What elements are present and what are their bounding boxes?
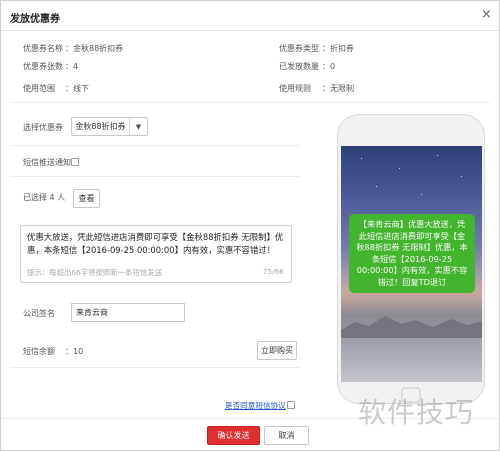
company-sign-label: 公司签名	[23, 309, 55, 318]
close-icon[interactable]: ×	[481, 7, 492, 22]
sms-length-hint: 提示：每超出66字将按照新一条短信发送	[27, 268, 163, 277]
sms-char-count: 75/66	[262, 267, 284, 276]
divider	[10, 367, 300, 368]
usage-scope-value: ：线下	[65, 84, 89, 93]
sms-balance-label: 短信余额	[23, 347, 55, 356]
dialog-title: 发放优惠券	[10, 14, 60, 25]
company-sign-input[interactable]: 来肯云商	[71, 303, 185, 322]
sms-message-textarea[interactable]: 优惠大放送，凭此短信进店消费即可享受【金秋88折扣券 无限制】优惠，本条短信【2…	[20, 225, 292, 283]
coupon-type-label: 优惠券类型	[279, 44, 319, 53]
usage-scope-label: 使用范围	[23, 84, 55, 93]
usage-rule-value: ：无限制	[322, 84, 354, 93]
phone-screen: 【来肯云商】优惠大放送，凭此短信进店消费即可享受【金秋88折扣券 无限制】优惠，…	[341, 146, 482, 382]
sms-message-text: 优惠大放送，凭此短信进店消费即可享受【金秋88折扣券 无限制】优惠，本条短信【2…	[27, 232, 284, 255]
star	[361, 158, 362, 159]
coupon-name-label: 优惠券名称	[23, 44, 63, 53]
usage-rule-label: 使用规则	[279, 84, 311, 93]
coupon-select[interactable]: 金秋88折扣券 ▼	[71, 117, 148, 136]
phone-preview: 【来肯云商】优惠大放送，凭此短信进店消费即可享受【金秋88折扣券 无限制】优惠，…	[337, 114, 485, 404]
sms-notify-label: 短信推送通知	[23, 158, 71, 167]
confirm-send-button[interactable]: 确认发送	[207, 426, 260, 445]
coupon-select-value: 金秋88折扣券	[72, 118, 130, 135]
coupon-name-value: ：金秋88折扣券	[65, 44, 124, 53]
sms-agreement-link[interactable]: 是否同意短信协议	[225, 400, 286, 411]
coupon-count-value: ：4	[65, 62, 79, 71]
divider	[10, 176, 300, 177]
chevron-down-icon[interactable]: ▼	[130, 118, 147, 135]
issued-count-value: ：0	[322, 62, 336, 71]
star	[461, 176, 462, 177]
issued-count-label: 已发放数量	[279, 62, 319, 71]
send-coupon-dialog: 发放优惠券 × 优惠券名称 ：金秋88折扣券 优惠券类型 ：折扣券 优惠券张数 …	[0, 0, 500, 451]
star	[399, 168, 400, 169]
selected-users-label: 已选择 4 人	[23, 193, 66, 202]
buy-now-button[interactable]: 立即购买	[257, 341, 297, 360]
star	[421, 194, 422, 195]
divider	[10, 102, 490, 103]
view-button[interactable]: 查看	[73, 189, 100, 208]
dialog-title-bar: 发放优惠券 ×	[1, 1, 499, 31]
sms-notify-checkbox[interactable]	[71, 158, 79, 166]
watermark-text: 软件技巧	[358, 396, 475, 429]
sms-balance-value: ：10	[65, 347, 84, 356]
star	[376, 186, 377, 187]
star	[437, 155, 438, 156]
coupon-type-value: ：折扣券	[322, 44, 354, 53]
coupon-count-label: 优惠券张数	[23, 62, 63, 71]
cancel-button[interactable]: 取消	[264, 426, 309, 445]
agreement-checkbox[interactable]	[287, 401, 295, 409]
select-coupon-label: 选择优惠券	[23, 123, 63, 132]
mountain-silhouette	[341, 316, 482, 338]
sms-preview-bubble: 【来肯云商】优惠大放送，凭此短信进店消费即可享受【金秋88折扣券 无限制】优惠，…	[349, 214, 475, 293]
divider	[10, 145, 300, 146]
